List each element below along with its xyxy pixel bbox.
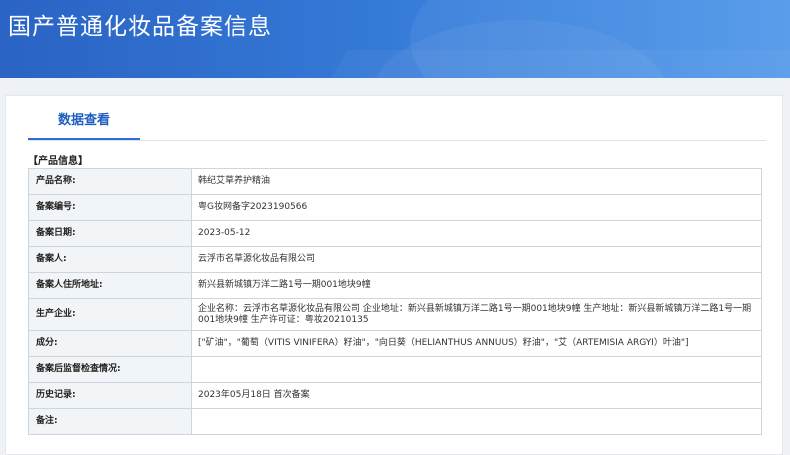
row-label: 备案编号: [28, 194, 192, 221]
product-info-table: 产品名称: 韩纪艾草养护精油 备案编号: 粤G妆网备字2023190566 备案… [28, 168, 762, 435]
filing-number-value: 粤G妆网备字2023190566 [191, 194, 762, 221]
history-value: 2023年05月18日 首次备案 [191, 382, 762, 409]
table-row: 备注: [28, 408, 762, 435]
table-row: 备案编号: 粤G妆网备字2023190566 [28, 194, 762, 221]
table-row: 成分: ["矿油"，"葡萄（VITIS VINIFERA）籽油"，"向日葵（HE… [28, 330, 762, 357]
row-label: 备案后监督检查情况: [28, 356, 192, 383]
ingredients-value: ["矿油"，"葡萄（VITIS VINIFERA）籽油"，"向日葵（HELIAN… [191, 330, 762, 357]
row-label: 备案人住所地址: [28, 272, 192, 299]
product-name-value: 韩纪艾草养护精油 [191, 168, 762, 195]
table-row: 备案人: 云浮市名草源化妆品有限公司 [28, 246, 762, 273]
row-label: 备案人: [28, 246, 192, 273]
filer-value: 云浮市名草源化妆品有限公司 [191, 246, 762, 273]
tab-bar: 数据查看 [28, 96, 766, 141]
page-title: 国产普通化妆品备案信息 [8, 14, 272, 40]
table-row: 备案后监督检查情况: [28, 356, 762, 383]
remarks-value [191, 408, 762, 435]
table-row: 生产企业: 企业名称：云浮市名草源化妆品有限公司 企业地址：新兴县新城镇万洋二路… [28, 298, 762, 331]
banner-decoration [312, 50, 790, 78]
row-label: 备注: [28, 408, 192, 435]
table-row: 备案人住所地址: 新兴县新城镇万洋二路1号一期001地块9幢 [28, 272, 762, 299]
table-row: 产品名称: 韩纪艾草养护精油 [28, 168, 762, 195]
table-row: 备案日期: 2023-05-12 [28, 220, 762, 247]
row-label: 生产企业: [28, 298, 192, 331]
row-label: 历史记录: [28, 382, 192, 409]
table-row: 历史记录: 2023年05月18日 首次备案 [28, 382, 762, 409]
row-label: 产品名称: [28, 168, 192, 195]
row-label: 备案日期: [28, 220, 192, 247]
tab-data-view[interactable]: 数据查看 [28, 96, 140, 140]
post-filing-inspection-value [191, 356, 762, 383]
section-title: 【产品信息】 [28, 156, 88, 167]
header-banner: 国产普通化妆品备案信息 [0, 0, 790, 78]
filing-date-value: 2023-05-12 [191, 220, 762, 247]
filer-address-value: 新兴县新城镇万洋二路1号一期001地块9幢 [191, 272, 762, 299]
row-label: 成分: [28, 330, 192, 357]
content-card: 数据查看 【产品信息】 产品名称: 韩纪艾草养护精油 备案编号: 粤G妆网备字2… [5, 95, 783, 455]
manufacturer-value: 企业名称：云浮市名草源化妆品有限公司 企业地址：新兴县新城镇万洋二路1号一期00… [191, 298, 762, 331]
